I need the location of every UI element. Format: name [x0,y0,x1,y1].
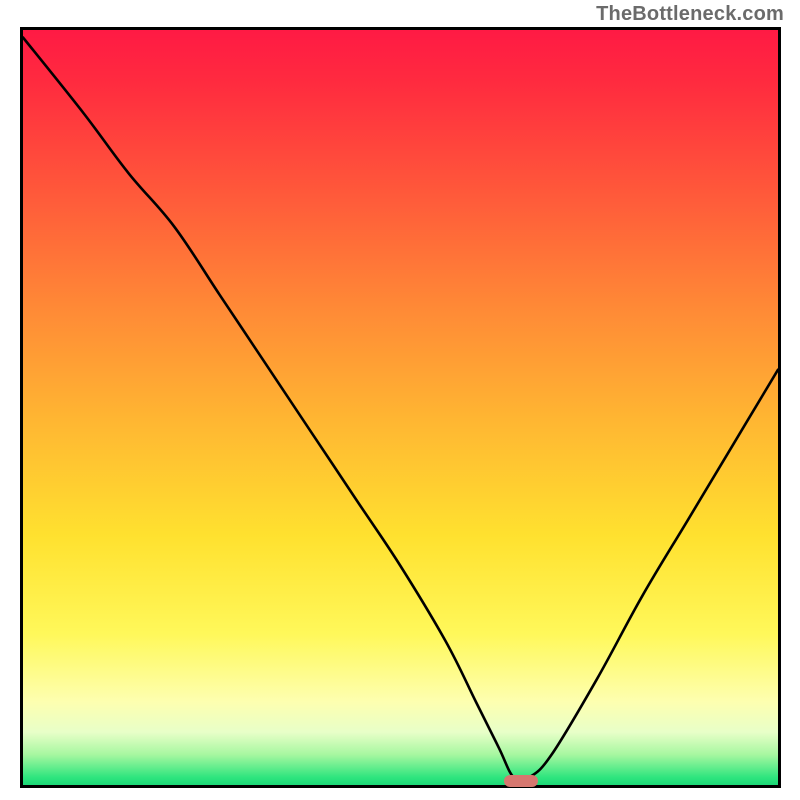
chart-frame [20,27,781,788]
minimum-marker [504,775,538,787]
watermark-text: TheBottleneck.com [596,3,784,26]
bottleneck-curve [23,30,778,785]
